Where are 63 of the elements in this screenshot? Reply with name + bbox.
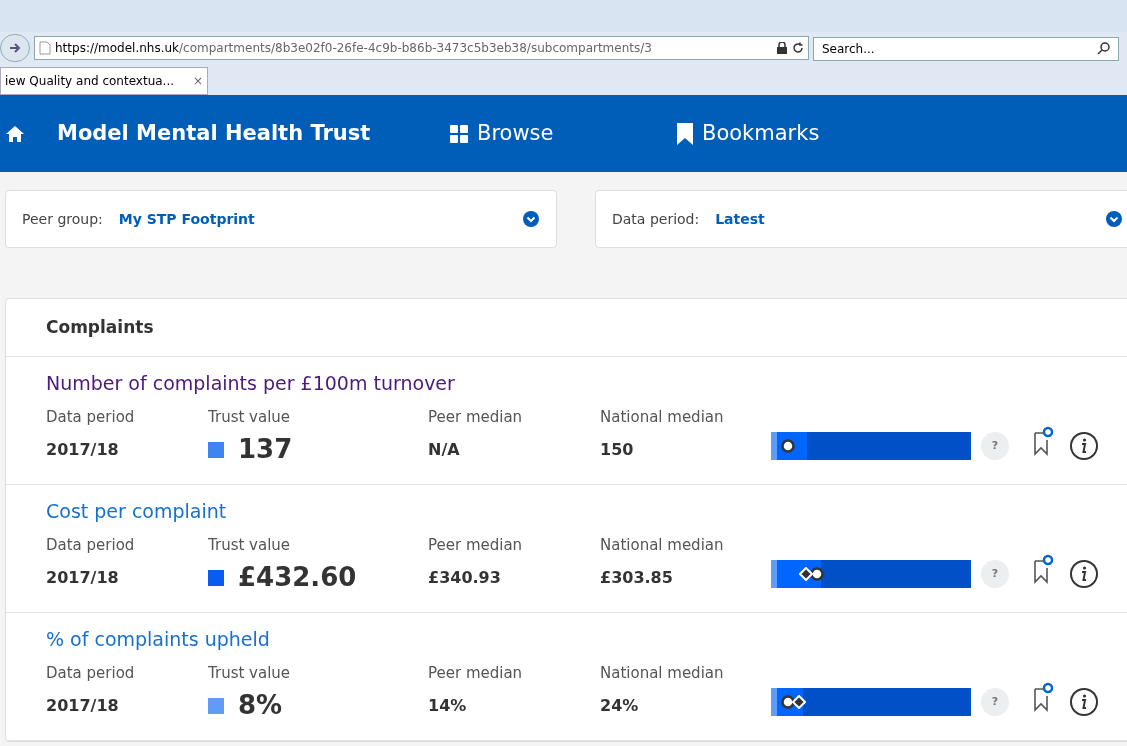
- column-label: Data period: [46, 662, 136, 684]
- grid-icon: [449, 123, 469, 144]
- national-median-value: 24%: [600, 695, 640, 717]
- forward-button[interactable]: [0, 34, 30, 62]
- help-button[interactable]: ?: [981, 432, 1009, 461]
- help-button[interactable]: ?: [981, 688, 1009, 717]
- trust-value: £432.60: [238, 561, 357, 594]
- info-icon[interactable]: [1069, 431, 1099, 462]
- arrow-icon: [8, 41, 22, 55]
- bookmark-add-icon[interactable]: [1033, 554, 1055, 585]
- url-host: https://model.nhs.uk: [55, 40, 180, 57]
- info-icon[interactable]: [1069, 559, 1099, 590]
- column-label: Data period: [46, 406, 136, 428]
- bookmark-add-icon[interactable]: [1033, 426, 1055, 457]
- filter-label: Peer group:: [22, 209, 103, 229]
- metric-title-link[interactable]: Cost per complaint: [46, 497, 1127, 526]
- chevron-icon: [1105, 210, 1123, 228]
- peer-median-value: N/A: [428, 439, 461, 461]
- column-label: Peer median: [428, 406, 524, 428]
- site-title[interactable]: Model Mental Health Trust: [57, 117, 449, 150]
- column-label: National median: [600, 534, 725, 556]
- help-button[interactable]: ?: [981, 560, 1009, 589]
- column-label: National median: [600, 406, 725, 428]
- metric-title-link[interactable]: % of complaints upheld: [46, 625, 1127, 654]
- peer-median-value: £340.93: [428, 567, 502, 589]
- bookmark-icon: [676, 121, 694, 146]
- column-label: National median: [600, 662, 725, 684]
- page-icon: [39, 41, 51, 55]
- peer-median-value: 14%: [428, 695, 468, 717]
- column-label: Peer median: [428, 662, 524, 684]
- filter-value: Latest: [715, 209, 765, 229]
- filter-label: Data period:: [612, 209, 700, 229]
- metric-title-link[interactable]: Number of complaints per £100m turnover: [46, 369, 1127, 398]
- bookmark-add-icon[interactable]: [1033, 682, 1055, 713]
- section-title: Complaints: [46, 315, 154, 339]
- data-period-value: 2017/18: [46, 567, 120, 589]
- refresh-icon: [792, 42, 804, 54]
- filter-value: My STP Footprint: [118, 209, 255, 229]
- close-icon[interactable]: ×: [192, 72, 203, 90]
- search-icon[interactable]: [1097, 41, 1111, 55]
- filter-dropdown[interactable]: Peer group: My STP Footprint: [5, 190, 557, 248]
- column-label: Data period: [46, 534, 136, 556]
- column-label: Trust value: [208, 534, 292, 556]
- column-label: Trust value: [208, 662, 292, 684]
- nav-link[interactable]: Bookmarks: [676, 117, 820, 150]
- trust-value: 137: [238, 433, 293, 466]
- column-label: Peer median: [428, 534, 524, 556]
- national-median-value: £303.85: [600, 567, 674, 589]
- data-period-value: 2017/18: [46, 439, 120, 461]
- filter-dropdown[interactable]: Data period: Latest: [595, 190, 1127, 248]
- data-period-value: 2017/18: [46, 695, 120, 717]
- url-path: /compartments/8b3e02f0-26fe-4c9b-b86b-3473c5b3eb38/subcompartments/3: [179, 40, 652, 57]
- chevron-icon: [522, 210, 540, 228]
- home-icon[interactable]: [5, 124, 25, 143]
- browser-tab[interactable]: iew Quality and contextua... ×: [0, 67, 208, 95]
- address-bar[interactable]: https://model.nhs.uk/compartments/8b3e02f0-26fe-4c9b-b86b-3473c5b3eb38/subcompartments/3: [34, 36, 809, 60]
- lock-icon: [776, 42, 788, 54]
- info-icon[interactable]: [1069, 687, 1099, 718]
- column-label: Trust value: [208, 406, 292, 428]
- national-median-value: 150: [600, 439, 635, 461]
- nav-link[interactable]: Browse: [449, 117, 676, 150]
- search-field[interactable]: Search...: [813, 37, 1119, 61]
- trust-value: 8%: [238, 689, 283, 722]
